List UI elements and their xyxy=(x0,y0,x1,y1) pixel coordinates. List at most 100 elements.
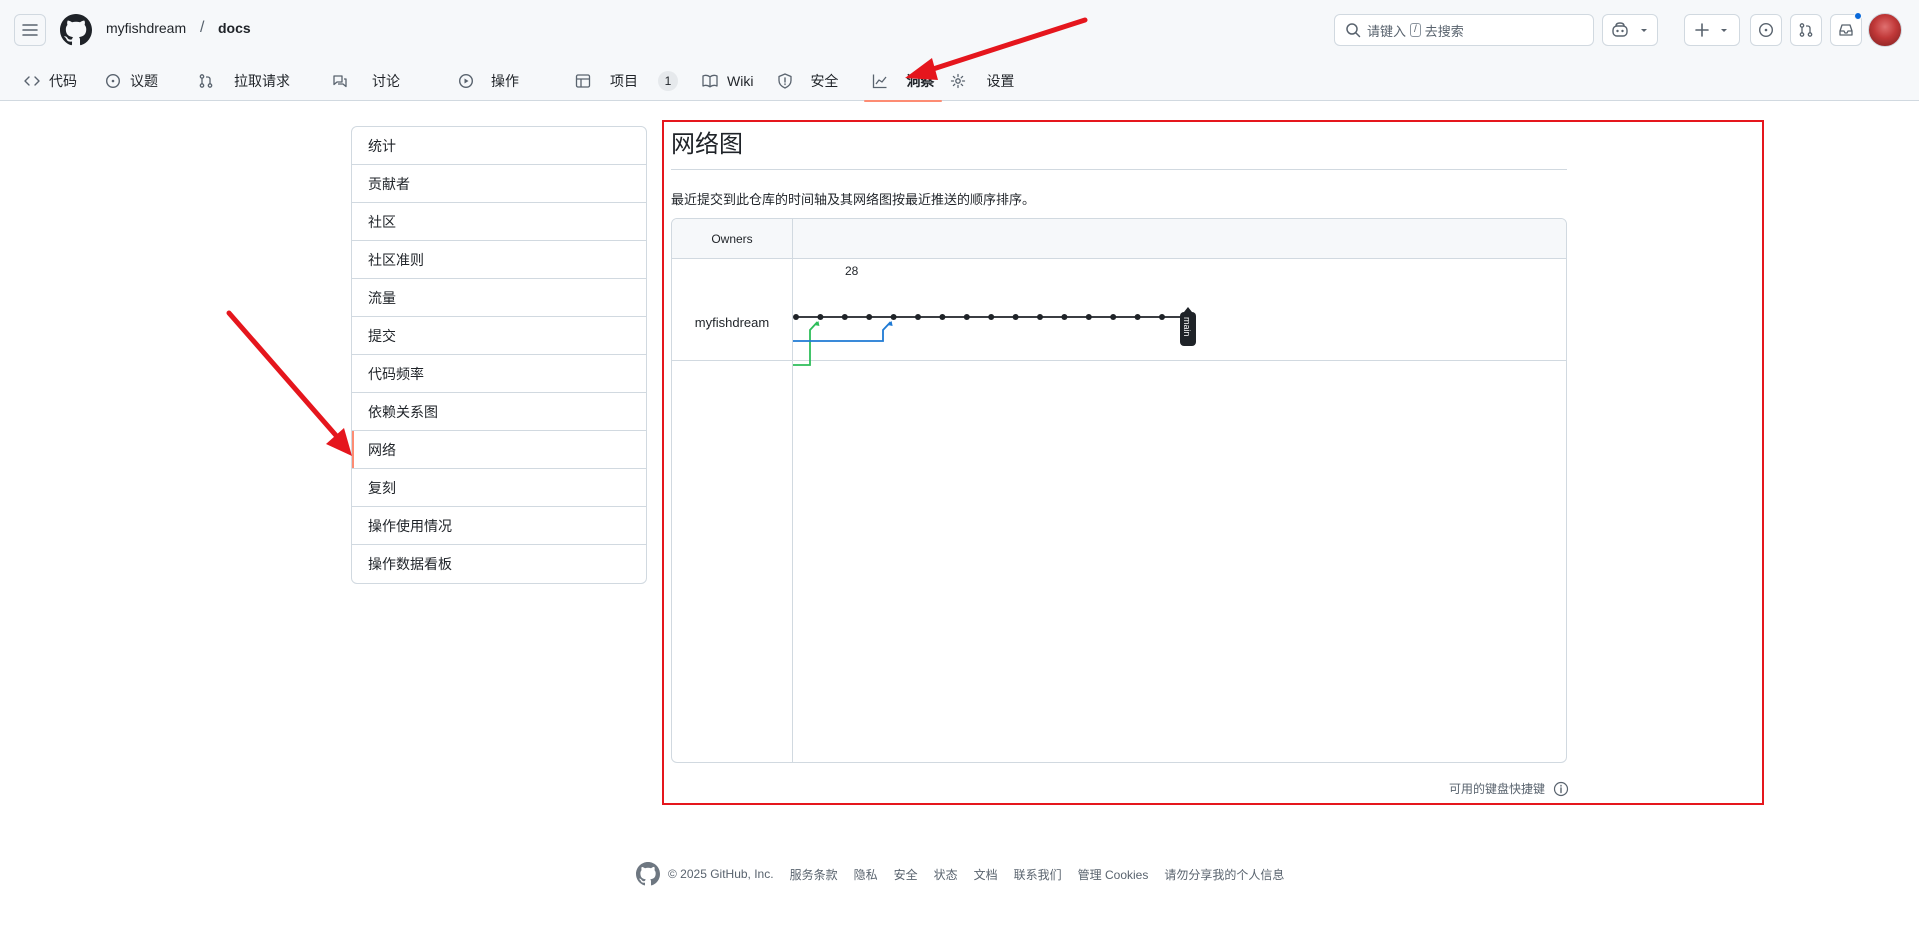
keyboard-shortcuts-label: 可用的键盘快捷键 xyxy=(1449,782,1546,796)
date-label: 28 xyxy=(845,264,859,278)
commit-dot[interactable] xyxy=(1037,314,1043,320)
avatar[interactable] xyxy=(1868,13,1902,47)
insights-menu: 统计 贡献者 社区 社区准则 流量 提交 代码频率 依赖关系图 网络 复刻 操作… xyxy=(351,126,647,584)
search-suffix: 去搜索 xyxy=(1424,23,1464,39)
tab-label: 讨论 xyxy=(372,73,400,89)
tab-label: 设置 xyxy=(986,73,1015,89)
commit-dot[interactable] xyxy=(988,314,995,320)
search-shortcut-key: / xyxy=(1410,23,1421,37)
commit-dot[interactable] xyxy=(841,314,848,320)
commit-dot[interactable] xyxy=(915,314,921,320)
commit-dot[interactable] xyxy=(963,314,970,320)
tab-label: 代码 xyxy=(49,73,77,89)
menu-item-contributors[interactable]: 贡献者 xyxy=(352,165,646,203)
footer-link-privacy[interactable]: 隐私 xyxy=(854,866,878,883)
menu-item-community-standards[interactable]: 社区准则 xyxy=(352,241,646,279)
footer-copyright: © 2025 GitHub, Inc. xyxy=(668,867,774,881)
footer-link-terms[interactable]: 服务条款 xyxy=(790,866,838,883)
repo-header: myfishdream / docs 请键入 / 去搜索 代码 议题 拉取请求 … xyxy=(0,0,1919,102)
commit-dot[interactable] xyxy=(1159,314,1165,320)
branch-tag-pointer xyxy=(1184,307,1192,312)
green-branch-line xyxy=(793,321,819,366)
commit-dot[interactable] xyxy=(1061,314,1068,320)
copilot-icon xyxy=(1612,22,1628,37)
network-description: 最近提交到此仓库的时间轴及其网络图按最近推送的顺序排序。 xyxy=(671,192,1036,207)
github-logo-icon[interactable] xyxy=(636,862,660,886)
tab-label: 洞察 xyxy=(906,73,935,89)
blue-branch-line xyxy=(793,321,892,342)
footer-link-do-not-share[interactable]: 请勿分享我的个人信息 xyxy=(1164,866,1284,883)
tab-issues[interactable]: 议题 xyxy=(97,62,166,100)
commit-dot[interactable] xyxy=(1134,314,1141,320)
menu-button[interactable] xyxy=(14,14,46,46)
commit-dot[interactable] xyxy=(817,314,824,320)
play-icon xyxy=(458,73,474,89)
footer-link-security[interactable]: 安全 xyxy=(894,866,918,883)
site-footer: © 2025 GitHub, Inc. 服务条款 隐私 安全 状态 文档 联系我… xyxy=(636,862,1284,886)
tab-actions[interactable]: 操作 xyxy=(450,62,527,100)
tab-label: 拉取请求 xyxy=(234,73,290,89)
search-icon xyxy=(1346,23,1361,38)
commit-dot[interactable] xyxy=(793,314,799,320)
notification-indicator xyxy=(1854,12,1862,20)
menu-item-community[interactable]: 社区 xyxy=(352,203,646,241)
tab-label: 安全 xyxy=(810,73,839,89)
commit-dot[interactable] xyxy=(1085,314,1092,320)
info-icon xyxy=(1553,781,1569,796)
discussion-icon xyxy=(333,75,347,88)
menu-item-traffic[interactable]: 流量 xyxy=(352,279,646,317)
network-graph[interactable]: Owners myfishdream 28 main xyxy=(671,218,1567,763)
tab-label: 项目 xyxy=(610,73,638,89)
breadcrumb-owner[interactable]: myfishdream xyxy=(106,20,186,36)
tab-code[interactable]: 代码 xyxy=(16,62,85,100)
tab-insights[interactable]: 洞察 xyxy=(864,62,943,102)
commit-dot[interactable] xyxy=(1110,314,1117,320)
tab-label: 操作 xyxy=(491,73,519,89)
menu-item-commits[interactable]: 提交 xyxy=(352,317,646,355)
keyboard-shortcuts-link[interactable]: 可用的键盘快捷键 xyxy=(1449,780,1569,797)
chevron-down-icon xyxy=(1641,29,1647,32)
search-prefix: 请键入 xyxy=(1367,23,1407,39)
footer-link-contact[interactable]: 联系我们 xyxy=(1014,866,1062,883)
code-icon xyxy=(24,76,40,86)
branch-lines xyxy=(793,316,1187,366)
chevron-down-icon xyxy=(1721,29,1727,32)
owner-name[interactable]: myfishdream xyxy=(672,315,792,330)
tab-security[interactable]: 安全 xyxy=(769,62,846,100)
menu-item-network[interactable]: 网络 xyxy=(352,431,646,469)
graph-icon xyxy=(873,74,887,89)
menu-item-code-frequency[interactable]: 代码频率 xyxy=(352,355,646,393)
issues-button[interactable] xyxy=(1750,14,1782,46)
search-input[interactable]: 请键入 / 去搜索 xyxy=(1334,14,1594,46)
github-logo-icon[interactable] xyxy=(60,14,92,46)
pull-request-icon xyxy=(199,74,213,88)
breadcrumb-separator: / xyxy=(200,19,205,36)
footer-link-docs[interactable]: 文档 xyxy=(974,866,998,883)
menu-item-forks[interactable]: 复刻 xyxy=(352,469,646,507)
menu-item-actions-dashboard[interactable]: 操作数据看板 xyxy=(352,545,646,583)
commit-dot[interactable] xyxy=(939,314,946,320)
pull-requests-button[interactable] xyxy=(1790,14,1822,46)
menu-item-actions-usage[interactable]: 操作使用情况 xyxy=(352,507,646,545)
tab-pull-requests[interactable]: 拉取请求 xyxy=(190,62,298,100)
breadcrumb-repo[interactable]: docs xyxy=(218,20,251,36)
issue-icon xyxy=(1758,22,1774,38)
tab-wiki[interactable]: Wiki xyxy=(694,62,761,100)
tab-settings[interactable]: 设置 xyxy=(942,62,1022,100)
copilot-button[interactable] xyxy=(1602,14,1658,46)
footer-link-status[interactable]: 状态 xyxy=(934,866,958,883)
commit-dot[interactable] xyxy=(866,314,873,320)
commit-dot[interactable] xyxy=(890,314,897,320)
tab-projects[interactable]: 项目 1 xyxy=(567,62,686,100)
pull-request-icon xyxy=(1799,23,1813,37)
commit-dot[interactable] xyxy=(1012,314,1019,320)
repo-tabs: 代码 议题 拉取请求 讨论 操作 项目 1 Wiki 安全 洞察 设置 xyxy=(16,62,1022,102)
tab-discussions[interactable]: 讨论 xyxy=(324,62,408,100)
menu-item-pulse[interactable]: 统计 xyxy=(352,127,646,165)
menu-item-dependency-graph[interactable]: 依赖关系图 xyxy=(352,393,646,431)
table-icon xyxy=(575,74,591,88)
graph-header xyxy=(672,219,1566,259)
footer-link-cookies[interactable]: 管理 Cookies xyxy=(1078,866,1149,883)
create-new-button[interactable] xyxy=(1684,14,1740,46)
network-graph-canvas[interactable]: 28 main xyxy=(793,260,1567,763)
